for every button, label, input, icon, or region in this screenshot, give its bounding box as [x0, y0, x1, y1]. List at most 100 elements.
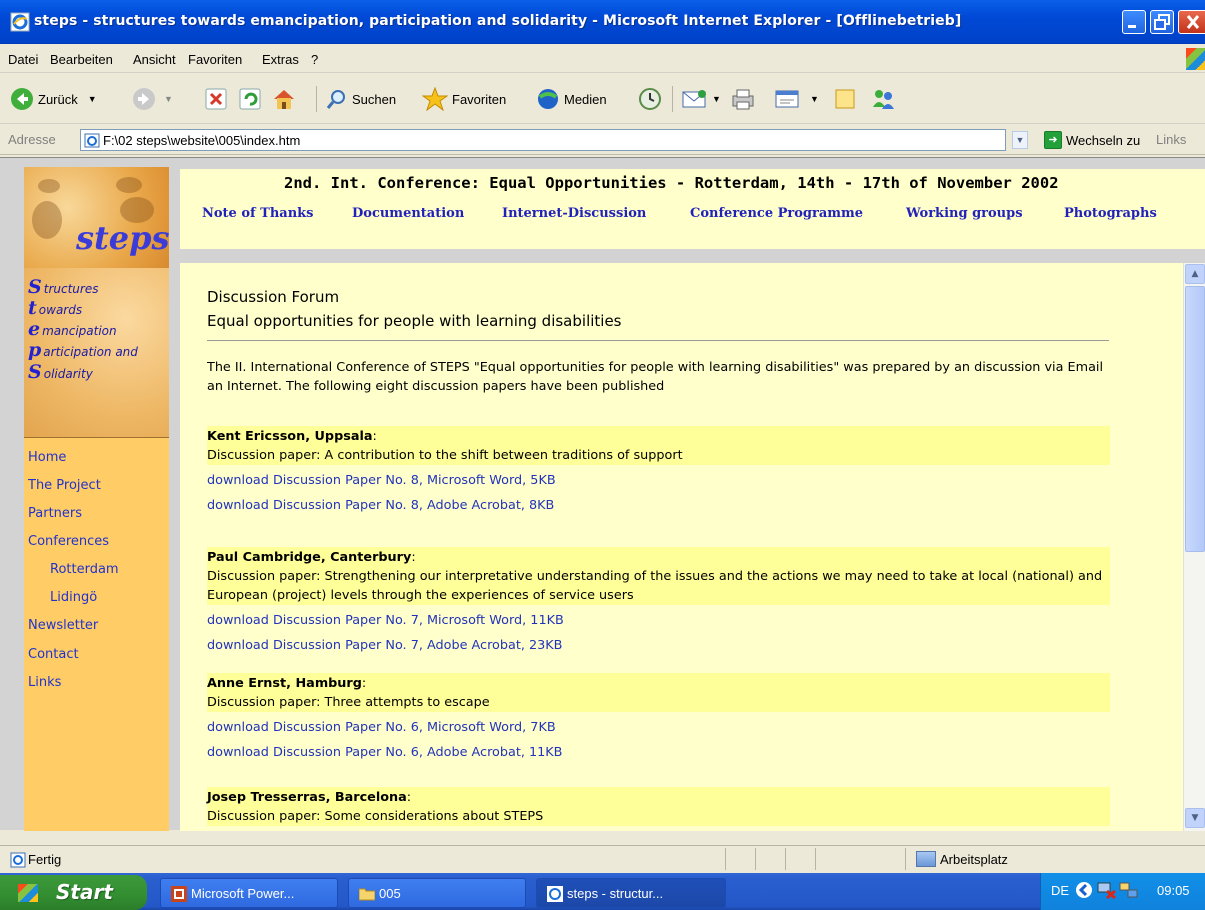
media-button[interactable]: Medien [536, 86, 607, 112]
nav-working-groups[interactable]: Working groups [906, 206, 1023, 221]
vertical-scrollbar[interactable]: ▲ ▼ [1183, 263, 1205, 831]
minimize-button[interactable] [1122, 10, 1146, 34]
nav-documentation[interactable]: Documentation [352, 206, 464, 221]
menu-help[interactable]: ? [311, 52, 318, 67]
download-word-link[interactable]: download Discussion Paper No. 8, Microso… [207, 471, 1110, 490]
history-button[interactable] [638, 86, 662, 112]
address-label: Adresse [8, 132, 56, 147]
address-bar: Adresse F:\02 steps\website\005\index.ht… [0, 125, 1205, 155]
network-icon[interactable] [1097, 881, 1117, 902]
windows-flag-icon [18, 884, 38, 902]
taskbar-item-label: steps - structur... [567, 886, 664, 901]
menu-bearbeiten[interactable]: Bearbeiten [50, 52, 113, 67]
discuss-button[interactable] [834, 86, 856, 112]
divider [207, 340, 1109, 341]
conference-title: 2nd. Int. Conference: Equal Opportunitie… [284, 174, 1059, 192]
scroll-up-icon[interactable]: ▲ [1185, 264, 1205, 284]
restore-button[interactable] [1150, 10, 1174, 34]
messenger-icon [873, 90, 894, 109]
download-pdf-link[interactable]: download Discussion Paper No. 6, Adobe A… [207, 743, 1110, 762]
browser-content: steps Structures t owards e mancipation pa… [0, 157, 1205, 831]
sidebar-item-links[interactable]: Links [28, 675, 61, 690]
edit-button[interactable]: ▼ [774, 86, 819, 112]
sidebar-item-home[interactable]: Home [28, 450, 66, 465]
status-divider [725, 848, 726, 870]
forward-dropdown-icon[interactable]: ▼ [164, 94, 173, 104]
toolbar-separator [672, 86, 673, 112]
sidebar-item-conferences[interactable]: Conferences [28, 534, 109, 549]
entry-author: Kent Ericsson, Uppsala [207, 429, 373, 444]
links-toolbar[interactable]: Links [1156, 132, 1186, 147]
favorites-button[interactable]: Favoriten [422, 86, 506, 112]
nav-internet-discussion[interactable]: Internet-Discussion [502, 206, 646, 221]
mail-dropdown-icon[interactable]: ▼ [712, 94, 721, 104]
refresh-button[interactable] [239, 86, 261, 112]
back-tray-icon[interactable] [1075, 881, 1093, 902]
sidebar-item-partners[interactable]: Partners [28, 506, 82, 521]
sidebar-item-lidingo[interactable]: Lidingö [50, 590, 97, 605]
address-dropdown-icon[interactable]: ▼ [1012, 131, 1028, 149]
sidebar-item-newsletter[interactable]: Newsletter [28, 618, 98, 633]
acronym-line: p articipation and [28, 339, 138, 361]
download-pdf-link[interactable]: download Discussion Paper No. 8, Adobe A… [207, 496, 1110, 515]
acronym-line: t owards [28, 297, 83, 319]
messenger-button[interactable] [870, 86, 896, 112]
address-input[interactable]: F:\02 steps\website\005\index.htm [80, 129, 1006, 151]
footprint-decoration [38, 179, 60, 193]
sidebar-item-the-project[interactable]: The Project [28, 478, 101, 493]
edit-dropdown-icon[interactable]: ▼ [810, 94, 819, 104]
notes-icon [835, 89, 855, 109]
scroll-thumb[interactable] [1185, 286, 1205, 552]
sidebar: steps Structures t owards e mancipation pa… [24, 167, 169, 831]
menu-datei[interactable]: Datei [8, 52, 38, 67]
search-button[interactable]: Suchen [326, 86, 396, 112]
taskbar-item-powerpoint[interactable]: Microsoft Power... [160, 878, 338, 908]
sidebar-item-rotterdam[interactable]: Rotterdam [50, 562, 119, 577]
forward-button[interactable]: ▼ [132, 86, 173, 112]
start-button[interactable]: Start [0, 875, 147, 910]
entry-paper: Discussion paper: Three attempts to esca… [207, 695, 490, 710]
discussion-entry: Kent Ericsson, Uppsala: Discussion paper:… [207, 426, 1110, 515]
stop-button[interactable] [205, 86, 227, 112]
start-label: Start [56, 880, 113, 904]
toolbar-separator [316, 86, 317, 112]
menu-ansicht[interactable]: Ansicht [133, 52, 176, 67]
home-icon [274, 90, 294, 109]
network-connection-icon[interactable] [1119, 881, 1139, 902]
clock[interactable]: 09:05 [1157, 883, 1190, 898]
entry-paper: Discussion paper: Some considerations ab… [207, 809, 544, 824]
favorites-star-icon [422, 87, 448, 111]
language-indicator[interactable]: DE [1051, 883, 1069, 898]
go-button[interactable]: ➜ Wechseln zu [1044, 131, 1140, 149]
menu-favoriten[interactable]: Favoriten [188, 52, 242, 67]
zone-text: Arbeitsplatz [940, 852, 1008, 867]
back-dropdown-icon[interactable]: ▼ [88, 94, 97, 104]
entry-header: Anne Ernst, Hamburg: Discussion paper: Th… [207, 673, 1110, 712]
nav-note-of-thanks[interactable]: Note of Thanks [202, 206, 313, 221]
mail-button[interactable]: ▼ [682, 86, 721, 112]
back-button[interactable]: Zurück ▼ [10, 86, 97, 112]
media-label: Medien [564, 91, 607, 107]
minimize-icon [1128, 25, 1136, 28]
nav-photographs[interactable]: Photographs [1064, 206, 1157, 221]
download-pdf-link[interactable]: download Discussion Paper No. 7, Adobe A… [207, 636, 1110, 655]
mail-icon [682, 90, 706, 108]
download-word-link[interactable]: download Discussion Paper No. 6, Microso… [207, 718, 1110, 737]
home-button[interactable] [272, 86, 296, 112]
scroll-down-icon[interactable]: ▼ [1185, 808, 1205, 828]
print-button[interactable] [730, 86, 756, 112]
taskbar-item-folder[interactable]: 005 [348, 878, 526, 908]
menu-extras[interactable]: Extras [262, 52, 299, 67]
status-text: Fertig [28, 852, 62, 867]
nav-conference-programme[interactable]: Conference Programme [690, 206, 863, 221]
acronym-line: Structures [28, 276, 99, 298]
ie-icon [547, 886, 563, 902]
sidebar-item-contact[interactable]: Contact [28, 647, 79, 662]
taskbar-item-ie[interactable]: steps - structur... [536, 878, 726, 908]
address-value: F:\02 steps\website\005\index.htm [103, 133, 301, 148]
title-bar[interactable]: steps - structures towards emancipation,… [0, 0, 1205, 44]
close-button[interactable] [1178, 10, 1205, 34]
search-label: Suchen [352, 91, 397, 107]
download-word-link[interactable]: download Discussion Paper No. 7, Microso… [207, 611, 1110, 630]
taskbar-item-label: 005 [379, 886, 401, 901]
